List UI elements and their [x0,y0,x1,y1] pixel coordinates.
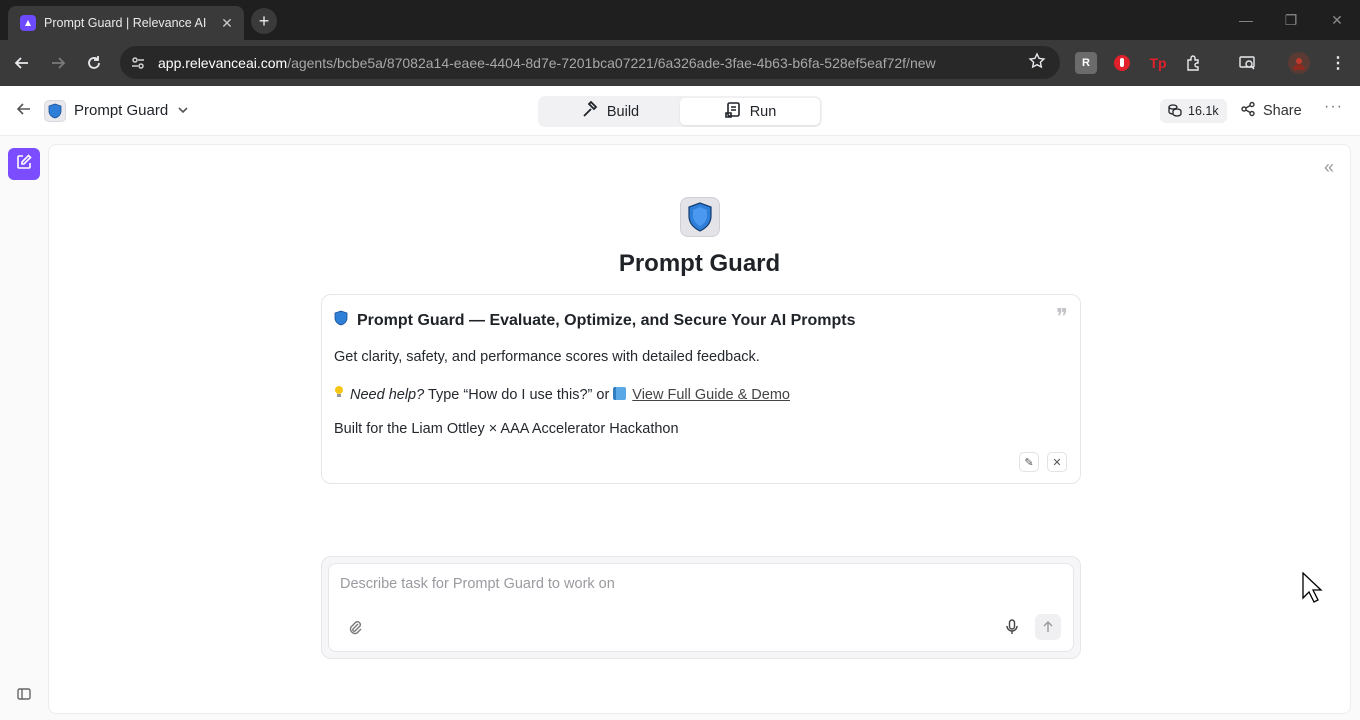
back-arrow-icon[interactable] [9,50,35,76]
intro-line-1: Get clarity, safety, and performance sco… [334,349,760,365]
tp-extension-icon[interactable]: Tp [1147,52,1169,74]
cast-search-icon[interactable] [1236,52,1258,74]
edit-square-icon [16,153,32,175]
sidebar-toggle-icon[interactable] [16,686,32,707]
tab-build-label: Build [606,103,640,120]
minimize-icon[interactable]: — [1236,10,1256,30]
help-text: Type “How do I use this?” or [424,387,614,403]
tab-title: Prompt Guard | Relevance AI [44,16,207,30]
app-header: Prompt Guard Build Run 16.1k Share ··· [0,86,1360,136]
arrow-up-icon [1043,621,1053,632]
credits-badge[interactable]: 16.1k [1160,99,1227,123]
browser-tab[interactable]: Prompt Guard | Relevance AI ✕ [8,6,244,40]
book-icon [613,387,627,400]
agent-name[interactable]: Prompt Guard [74,102,168,119]
share-button[interactable]: Share [1240,101,1302,121]
guide-link-label: View Full Guide & Demo [632,387,790,403]
edit-pencil-icon[interactable]: ✎ [1019,452,1039,472]
help-emphasis: Need help? [350,387,425,403]
shield-emoji-icon [334,310,348,331]
profile-avatar[interactable] [1288,52,1310,74]
reload-icon[interactable] [81,50,107,76]
browser-menu-icon[interactable]: ⋮ [1327,52,1349,74]
browser-toolbar: app.relevanceai.com/agents/bcbe5a/87082a… [0,40,1360,86]
more-options-icon[interactable]: ··· [1324,98,1343,116]
agent-hero-shield-icon [680,197,720,237]
microphone-icon[interactable] [1005,619,1019,640]
intro-line-2: Need help? Type “How do I use this?” or … [334,385,790,403]
url-host: app.relevanceai.com [158,54,288,71]
address-bar[interactable]: app.relevanceai.com/agents/bcbe5a/87082a… [120,46,1060,79]
relevance-favicon-icon [20,15,36,31]
paperclip-icon[interactable] [347,619,363,640]
composer-box [328,563,1074,652]
coins-icon [1168,103,1182,120]
new-tab-button[interactable]: + [251,8,277,34]
hammer-icon [581,100,599,123]
bookmark-star-icon[interactable] [1028,52,1046,75]
tab-close-icon[interactable]: ✕ [218,14,236,32]
intro-heading: Prompt Guard — Evaluate, Optimize, and S… [334,310,855,331]
browser-tab-bar: Prompt Guard | Relevance AI ✕ + — ❐ ✕ [0,0,1360,40]
chat-panel: « Prompt Guard ❞ Prompt Guard — Evaluate… [48,144,1351,714]
extensions-puzzle-icon[interactable] [1183,52,1205,74]
run-document-icon [724,101,742,123]
quote-icon: ❞ [1056,305,1068,330]
intro-heading-text: Prompt Guard — Evaluate, Optimize, and S… [357,311,856,329]
agent-shield-icon [44,100,66,122]
agent-intro-card: ❞ Prompt Guard — Evaluate, Optimize, and… [321,294,1081,484]
task-composer [321,556,1081,659]
tab-run-label: Run [749,103,777,120]
lightbulb-icon [334,385,344,403]
site-info-icon[interactable] [126,51,150,75]
task-input[interactable] [340,576,1040,592]
intro-line-3: Built for the Liam Ottley × AAA Accelera… [334,421,679,437]
relevance-extension-icon[interactable]: R [1075,52,1097,74]
window-close-icon[interactable]: ✕ [1327,10,1347,30]
build-run-switch: Build Run [538,96,822,127]
share-icon [1240,101,1256,121]
url-path: /agents/bcbe5a/87082a14-eaee-4404-8d7e-7… [287,54,936,71]
send-button[interactable] [1035,614,1061,640]
share-label: Share [1263,103,1302,119]
back-icon[interactable] [16,101,32,122]
mouse-cursor-icon [1302,571,1324,609]
dismiss-close-icon[interactable]: ✕ [1047,452,1067,472]
agent-title: Prompt Guard [618,250,781,277]
guide-link[interactable]: View Full Guide & Demo [613,387,790,403]
restore-icon[interactable]: ❐ [1281,10,1301,30]
url-text: app.relevanceai.com/agents/bcbe5a/87082a… [158,55,936,71]
red-hand-extension-icon[interactable] [1111,52,1133,74]
collapse-panel-icon[interactable]: « [1324,157,1334,178]
chevron-down-icon[interactable] [176,103,190,122]
tab-run[interactable]: Run [680,98,820,125]
new-task-button[interactable] [8,148,40,180]
credits-value: 16.1k [1188,104,1219,118]
forward-arrow-icon[interactable] [45,50,71,76]
tab-build[interactable]: Build [540,98,680,125]
